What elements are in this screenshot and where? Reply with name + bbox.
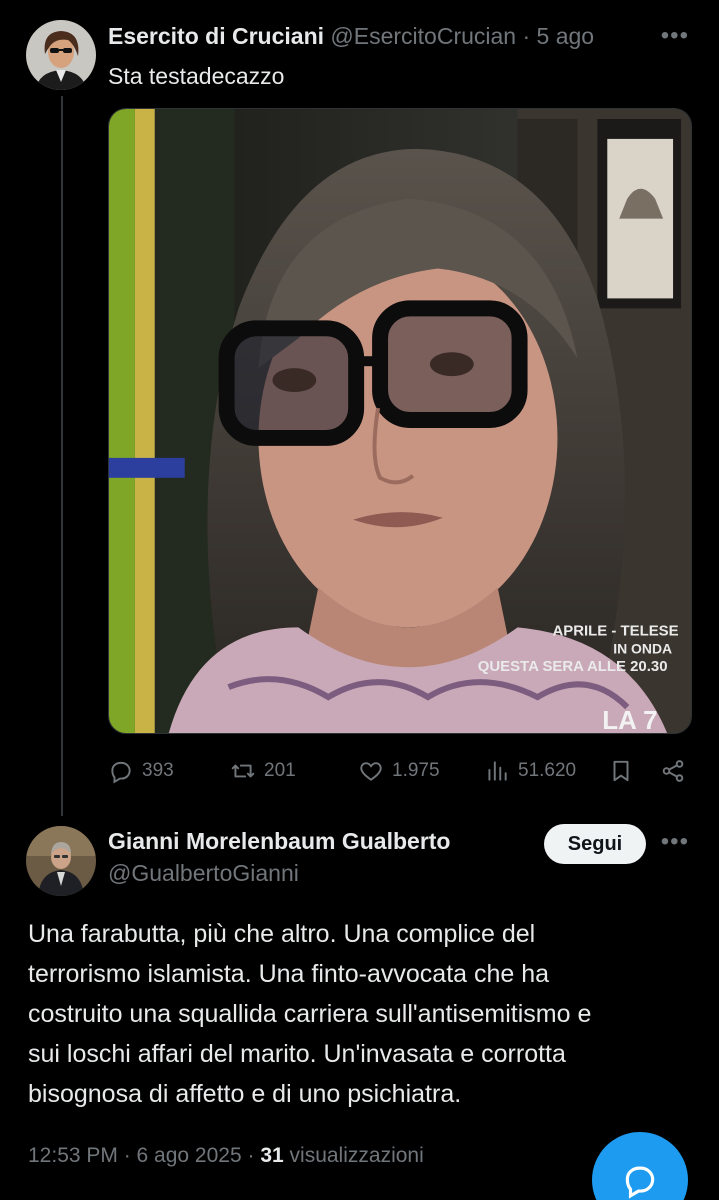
repost-icon: [231, 764, 255, 778]
views-count: 51.620: [518, 760, 577, 781]
heart-icon: [360, 762, 382, 781]
bookmark-icon: [613, 760, 629, 782]
tv-overlay-line2: IN ONDA: [613, 640, 672, 656]
tweet-action-bar: 393 201 1.975 51.620: [108, 754, 692, 788]
reply-bubble-icon: [625, 1166, 655, 1199]
repost-count: 201: [264, 760, 296, 781]
tweet-text: Sta testadecazzo: [108, 63, 285, 89]
separator-dot: ·: [522, 23, 531, 49]
repost-button[interactable]: 201: [230, 754, 296, 788]
avatar[interactable]: [26, 826, 96, 896]
tweet-text-line: Una farabutta, più che altro. Una compli…: [28, 920, 536, 948]
tweet-media-image[interactable]: APRILE - TELESE IN ONDA QUESTA SERA ALLE…: [108, 108, 692, 734]
display-name[interactable]: Esercito di Cruciani: [108, 23, 324, 49]
tv-overlay-line1: APRILE - TELESE: [552, 622, 678, 639]
views-button[interactable]: 51.620: [484, 754, 576, 788]
views-label: visualizzazioni: [289, 1144, 424, 1167]
tweet-header: Esercito di Cruciani @EsercitoCrucian · …: [108, 22, 594, 50]
more-options-icon[interactable]: •••: [661, 22, 689, 50]
views-chart-icon: [488, 761, 507, 781]
tweet-text-line: terrorismo islamista. Una finto-avvocata…: [28, 960, 550, 988]
tweet-time[interactable]: 5 ago: [537, 23, 595, 49]
share-button[interactable]: [660, 754, 686, 788]
compose-reply-button[interactable]: [592, 1132, 688, 1200]
views-count: 31: [260, 1144, 284, 1167]
user-handle[interactable]: @EsercitoCrucian: [330, 23, 516, 49]
share-icon: [662, 760, 684, 782]
bookmark-button[interactable]: [608, 754, 634, 788]
reply-button[interactable]: 393: [108, 754, 174, 788]
reply-count: 393: [142, 760, 174, 781]
like-button[interactable]: 1.975: [358, 754, 440, 788]
more-options-icon[interactable]: •••: [661, 828, 689, 856]
tweet-text-line: costruito una squallida carriera sull'an…: [28, 1000, 592, 1028]
user-handle[interactable]: @GualbertoGianni: [108, 860, 299, 887]
avatar[interactable]: [26, 20, 96, 90]
channel-logo: LA 7: [602, 707, 657, 733]
follow-button[interactable]: Segui: [544, 824, 646, 864]
tweet-text: Una farabutta, più che altro. Una compli…: [28, 914, 698, 1114]
tv-overlay-line3: QUESTA SERA ALLE 20.30: [478, 658, 668, 675]
reply-icon: [111, 761, 131, 784]
display-name[interactable]: Gianni Morelenbaum Gualberto: [108, 828, 450, 855]
like-count: 1.975: [392, 760, 440, 781]
tweet-timestamp[interactable]: 12:53 PM · 6 ago 2025 ·: [28, 1144, 254, 1167]
tweet-metadata: 12:53 PM · 6 ago 2025 · 31 visualizzazio…: [28, 1144, 424, 1168]
thread-connector-line: [61, 96, 63, 816]
tweet-text-line: sui loschi affari del marito. Un'invasat…: [28, 1040, 566, 1068]
tweet-text-line: bisognosa di affetto e di uno psichiatra…: [28, 1080, 462, 1108]
